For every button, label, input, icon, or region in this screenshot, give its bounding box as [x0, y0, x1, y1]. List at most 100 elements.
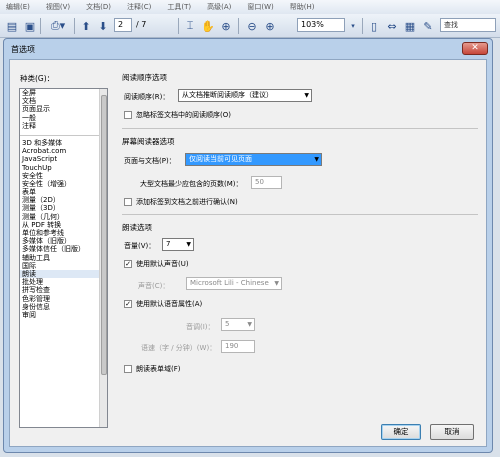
toolbar-divider — [74, 18, 75, 34]
section-divider — [122, 214, 478, 215]
menu-help[interactable]: 帮助(H) — [290, 2, 315, 12]
category-item[interactable]: 测量（2D） — [20, 196, 107, 204]
category-item[interactable]: 测量（几何） — [20, 213, 107, 221]
default-voice-checkbox[interactable]: ✓ — [124, 260, 132, 268]
category-item[interactable]: 色彩管理 — [20, 295, 107, 303]
page-number-input[interactable]: 2 — [114, 18, 132, 32]
cancel-button[interactable]: 取消 — [430, 424, 474, 440]
category-label: 种类(G)： — [20, 74, 55, 83]
scrollbar-thumb[interactable] — [101, 95, 107, 375]
fit-page-icon[interactable]: ▯ — [366, 18, 382, 34]
read-mode-icon[interactable]: ▦ — [402, 18, 418, 34]
dialog-titlebar: 首选项 — [4, 39, 492, 59]
menu-edit[interactable]: 编辑(E) — [6, 2, 30, 12]
chevron-down-icon: ▼ — [186, 241, 191, 248]
save-icon[interactable]: ▣ — [22, 18, 38, 34]
category-item[interactable]: 3D 和多媒体 — [20, 139, 107, 147]
volume-value: 7 — [166, 240, 171, 248]
menu-window[interactable]: 窗口(W) — [247, 2, 273, 12]
marquee-zoom-icon[interactable]: ⊕ — [218, 18, 234, 34]
category-scrollbar[interactable] — [99, 89, 107, 427]
page-total: / 7 — [136, 20, 147, 29]
default-speech-label: 使用默认语音属性(A) — [136, 300, 203, 308]
preferences-dialog: 首选项 ✕ 种类(G)： 全屏 文档 页面显示 一般 注释 3D 和多媒体 Acrobat… — [3, 38, 493, 453]
volume-select[interactable]: 7 ▼ — [162, 238, 194, 251]
category-item[interactable]: 拼写检查 — [20, 286, 107, 294]
chevron-down-icon: ▼ — [304, 92, 309, 99]
page-document-value: 仅阅读当前可见页面 — [189, 155, 252, 163]
toolbar-divider — [362, 18, 363, 34]
read-form-fields-label: 朗读表单域(F) — [136, 365, 181, 373]
reading-order-label: 阅读顺序(R)： — [124, 93, 170, 101]
chevron-down-icon: ▼ — [314, 156, 319, 163]
fit-width-icon[interactable]: ⇔ — [384, 18, 400, 34]
zoom-input[interactable]: 103% — [297, 18, 345, 32]
confirm-tagging-label: 添加标签到文档之前进行确认(N) — [136, 198, 238, 206]
next-page-icon[interactable]: ⬇ — [95, 18, 111, 34]
comment-icon[interactable]: ✎ — [420, 18, 436, 34]
default-speech-checkbox[interactable]: ✓ — [124, 300, 132, 308]
rate-input[interactable]: 190 — [221, 340, 255, 353]
menu-bar: 编辑(E) 视图(V) 文档(D) 注释(C) 工具(T) 高级(A) 窗口(W… — [0, 0, 500, 14]
pitch-select[interactable]: 5 ▼ — [221, 318, 255, 331]
reading-order-select[interactable]: 从文档推断阅读顺序（建议） ▼ — [178, 89, 312, 102]
rate-label: 语速（字 / 分钟）(W)： — [141, 344, 217, 352]
pitch-label: 音调(I)： — [186, 323, 215, 331]
menu-comments[interactable]: 注释(C) — [127, 2, 151, 12]
menu-tools[interactable]: 工具(T) — [167, 2, 191, 12]
category-group-rest: 3D 和多媒体 Acrobat.com JavaScript TouchUp 安全性 安全… — [20, 139, 107, 319]
find-input[interactable]: 查找 — [440, 18, 496, 32]
category-item[interactable]: Acrobat.com — [20, 147, 107, 155]
category-item[interactable]: 安全性（增强） — [20, 180, 107, 188]
confirm-tagging-checkbox[interactable] — [124, 198, 132, 206]
toolbar-divider — [238, 18, 239, 34]
category-divider — [20, 130, 107, 136]
category-item[interactable]: 辅助工具 — [20, 254, 107, 262]
dialog-title: 首选项 — [11, 44, 35, 54]
menu-document[interactable]: 文档(D) — [86, 2, 111, 12]
zoom-out-icon[interactable]: ⊖ — [244, 18, 260, 34]
category-item[interactable]: 国际 — [20, 262, 107, 270]
read-out-loud-section-title: 朗读选项 — [122, 223, 152, 232]
category-item[interactable]: TouchUp — [20, 164, 107, 172]
print-icon[interactable]: ⎙▾ — [46, 18, 70, 34]
ok-button[interactable]: 确定 — [381, 424, 421, 440]
category-item[interactable]: 全屏 — [20, 89, 107, 97]
override-reading-order-checkbox[interactable] — [124, 111, 132, 119]
chevron-down-icon: ▼ — [247, 321, 252, 328]
zoom-dropdown-arrow-icon[interactable]: ▾ — [348, 18, 358, 34]
category-item[interactable]: 测量（3D） — [20, 204, 107, 212]
category-item[interactable]: 文档 — [20, 97, 107, 105]
category-item[interactable]: 朗读 — [20, 269, 107, 279]
category-item[interactable]: 注释 — [20, 122, 107, 130]
category-group-top: 全屏 文档 页面显示 一般 注释 — [20, 89, 107, 130]
voice-select[interactable]: Microsoft Lili - Chinese ▼ — [186, 277, 282, 290]
category-item[interactable]: 多媒体信任（旧版） — [20, 245, 107, 253]
select-tool-icon[interactable]: ⌶ — [182, 18, 198, 34]
toolbar: ▤ ▣ ⎙▾ ⬆ ⬇ ⌶ ✋ ⊕ ⊖ ⊕ ▾ ▯ ⇔ ▦ ✎ — [0, 14, 500, 38]
category-list[interactable]: 全屏 文档 页面显示 一般 注释 3D 和多媒体 Acrobat.com JavaScrip… — [19, 88, 108, 428]
category-item[interactable]: 单位和参考线 — [20, 229, 107, 237]
volume-label: 音量(V)： — [124, 242, 156, 250]
hand-tool-icon[interactable]: ✋ — [200, 18, 216, 34]
previous-page-icon[interactable]: ⬆ — [78, 18, 94, 34]
zoom-in-icon[interactable]: ⊕ — [262, 18, 278, 34]
category-item[interactable]: JavaScript — [20, 155, 107, 163]
category-item[interactable]: 从 PDF 转换 — [20, 221, 107, 229]
max-pages-input[interactable]: 50 — [251, 176, 282, 189]
dialog-body: 种类(G)： 全屏 文档 页面显示 一般 注释 3D 和多媒体 Acrobat.com Ja… — [9, 59, 487, 447]
category-item[interactable]: 安全性 — [20, 172, 107, 180]
read-form-fields-checkbox[interactable] — [124, 365, 132, 373]
category-item[interactable]: 审阅 — [20, 311, 107, 319]
page-document-label: 页面与文档(P)： — [124, 157, 176, 165]
menu-advanced[interactable]: 高级(A) — [207, 2, 231, 12]
open-icon[interactable]: ▤ — [4, 18, 20, 34]
category-item[interactable]: 表单 — [20, 188, 107, 196]
menu-view[interactable]: 视图(V) — [46, 2, 70, 12]
close-button[interactable]: ✕ — [462, 42, 488, 55]
section-divider — [122, 128, 478, 129]
page-document-select[interactable]: 仅阅读当前可见页面 ▼ — [185, 153, 322, 166]
category-item[interactable]: 身份信息 — [20, 303, 107, 311]
category-item[interactable]: 一般 — [20, 114, 107, 122]
category-item[interactable]: 页面显示 — [20, 105, 107, 113]
